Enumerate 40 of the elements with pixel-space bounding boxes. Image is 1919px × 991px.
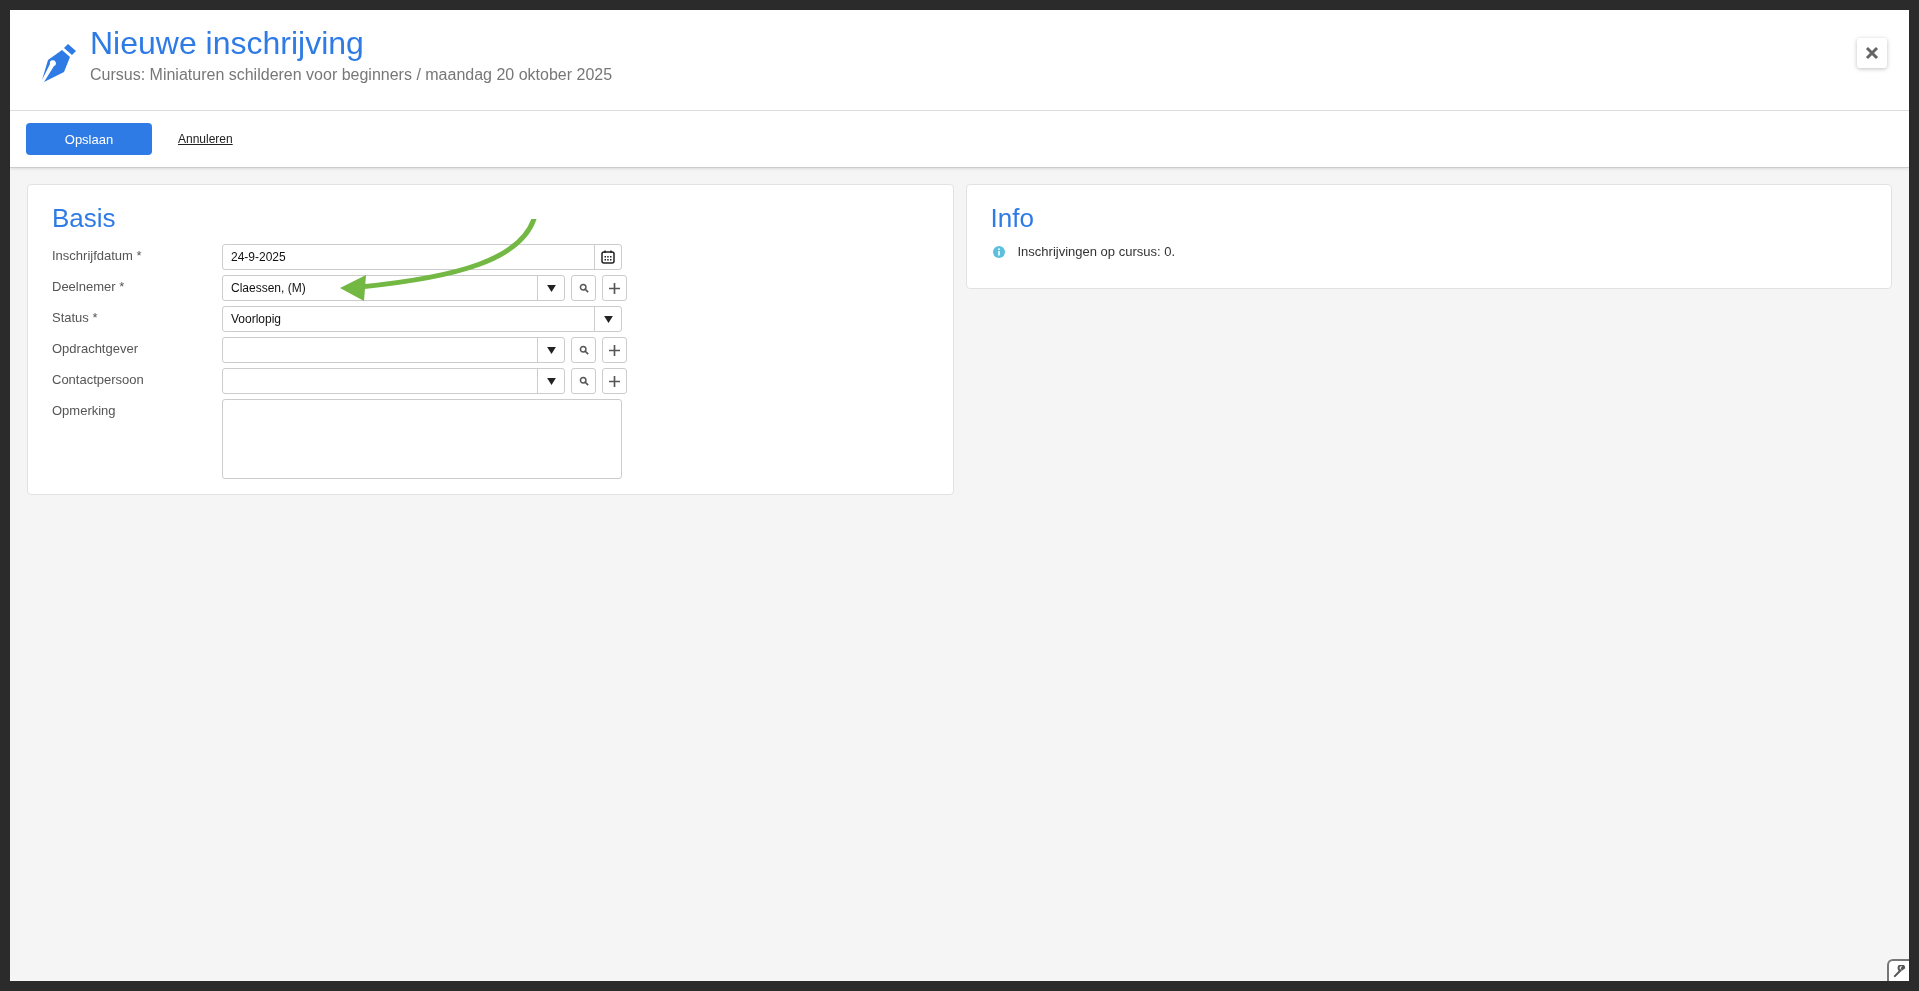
plus-icon — [609, 375, 620, 387]
calendar-icon — [601, 250, 615, 264]
add-button[interactable] — [602, 275, 627, 301]
plus-icon — [609, 282, 620, 294]
field-label: Opdrachtgever — [52, 340, 139, 356]
search-icon — [578, 283, 589, 293]
search-icon — [578, 345, 589, 355]
field-label: Inschrijfdatum * — [52, 247, 143, 263]
dropdown-caret-icon — [603, 315, 613, 323]
section-title: Basis — [52, 203, 117, 234]
add-button[interactable] — [602, 337, 627, 363]
date-field[interactable]: 24-9-2025 — [222, 244, 622, 270]
field-label: Contactpersoon — [52, 371, 145, 387]
wrench-icon — [1892, 964, 1906, 978]
cancel-link[interactable]: Annuleren — [178, 132, 233, 146]
save-button[interactable]: Opslaan — [26, 123, 152, 155]
course-subtitle: Cursus: Miniaturen schilderen voor beginners / maandag 20 oktober 2025 — [90, 66, 613, 84]
dropdown-caret-icon — [546, 377, 556, 385]
search-button[interactable] — [571, 337, 596, 363]
close-button[interactable] — [1857, 38, 1887, 68]
search-icon — [578, 376, 589, 386]
select-field[interactable]: Voorlopig — [222, 306, 622, 332]
field-label: Deelnemer * — [52, 278, 126, 294]
remark-field[interactable] — [222, 399, 622, 479]
dropdown-caret-icon — [546, 346, 556, 354]
plus-icon — [609, 344, 620, 356]
window-title: Nieuwe inschrijving — [90, 24, 365, 62]
field-label: Status * — [52, 309, 99, 325]
section-title: Info — [990, 203, 1035, 234]
add-button[interactable] — [602, 368, 627, 394]
info-icon — [992, 245, 1005, 258]
select-field[interactable] — [222, 337, 565, 363]
search-button[interactable] — [571, 368, 596, 394]
info-text: Inschrijvingen op cursus: 0. — [1017, 244, 1176, 259]
field-label: Opmerking — [52, 402, 117, 418]
search-button[interactable] — [571, 275, 596, 301]
dropdown-caret-icon — [546, 284, 556, 292]
select-field[interactable] — [222, 368, 565, 394]
tools-button[interactable] — [1887, 959, 1909, 981]
close-icon — [1865, 46, 1879, 60]
